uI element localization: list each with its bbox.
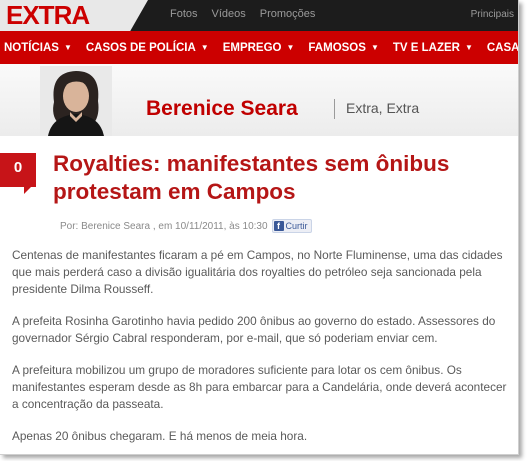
- nav-noticias-label: NOTÍCIAS: [4, 41, 59, 54]
- facebook-like-button[interactable]: f Curtir: [271, 219, 312, 233]
- chevron-down-icon: ▼: [370, 43, 379, 52]
- nav-noticias[interactable]: NOTÍCIAS ▼: [4, 42, 72, 54]
- topnav-promocoes-link[interactable]: Promoções: [260, 8, 316, 20]
- chevron-down-icon: ▼: [286, 43, 295, 52]
- chevron-down-icon: ▼: [464, 43, 473, 52]
- chevron-down-icon: ▼: [200, 43, 209, 52]
- header-divider: [334, 99, 335, 119]
- columnist-name[interactable]: Berenice Seara: [146, 97, 298, 121]
- article-paragraph: A prefeita Rosinha Garotinho havia pedid…: [12, 314, 496, 345]
- nav-tv-label: TV E LAZER: [392, 41, 460, 54]
- browser-page: EXTRA Fotos Vídeos Promoções Principais …: [0, 0, 519, 455]
- extra-logo[interactable]: EXTRA: [0, 0, 148, 31]
- nav-emprego-label: EMPREGO: [222, 41, 282, 54]
- article-headline: Royalties: manifestantes sem ônibus prot…: [53, 151, 450, 204]
- facebook-icon: f: [273, 221, 284, 231]
- nav-famosos[interactable]: FAMOSOS ▼: [308, 42, 378, 54]
- nav-tv-e-lazer[interactable]: TV E LAZER ▼: [393, 42, 473, 54]
- nav-casos-de-policia[interactable]: CASOS DE POLÍCIA ▼: [86, 42, 209, 54]
- like-label: Curtir: [285, 221, 308, 231]
- topnav-fotos-link[interactable]: Fotos: [170, 8, 198, 20]
- nav-casa[interactable]: CASA: [486, 41, 519, 54]
- article-paragraph: Apenas 20 ônibus chegaram. E há menos de…: [12, 429, 308, 443]
- byline-text: Por: Berenice Seara , em 10/11/2011, às …: [60, 220, 268, 232]
- article-paragraph: Centenas de manifestantes ficaram a pé e…: [12, 248, 503, 296]
- nav-emprego[interactable]: EMPREGO ▼: [223, 42, 295, 54]
- main-nav: NOTÍCIAS ▼ CASOS DE POLÍCIA ▼ EMPREGO ▼ FAM…: [0, 31, 518, 64]
- top-nav: Fotos Vídeos Promoções: [170, 8, 315, 20]
- article-body: Centenas de manifestantes ficaram a pé e…: [12, 247, 512, 454]
- article-byline: Por: Berenice Seara , em 10/11/2011, às …: [60, 219, 312, 233]
- topnav-principais-link[interactable]: Principais: [471, 9, 514, 20]
- nav-casa-label: CASA: [486, 41, 519, 54]
- chevron-down-icon: ▼: [63, 43, 72, 52]
- topnav-videos-link[interactable]: Vídeos: [212, 8, 246, 20]
- article-paragraph: A prefeitura mobilizou um grupo de morad…: [12, 363, 507, 411]
- comment-count-badge[interactable]: 0: [0, 153, 36, 194]
- logo-text: EXTRA: [6, 0, 90, 30]
- columnist-avatar: [40, 66, 112, 136]
- top-bar: EXTRA Fotos Vídeos Promoções Principais: [0, 0, 518, 31]
- column-title: Extra, Extra: [346, 100, 420, 116]
- nav-casos-label: CASOS DE POLÍCIA: [85, 41, 196, 54]
- nav-famosos-label: FAMOSOS: [308, 41, 366, 54]
